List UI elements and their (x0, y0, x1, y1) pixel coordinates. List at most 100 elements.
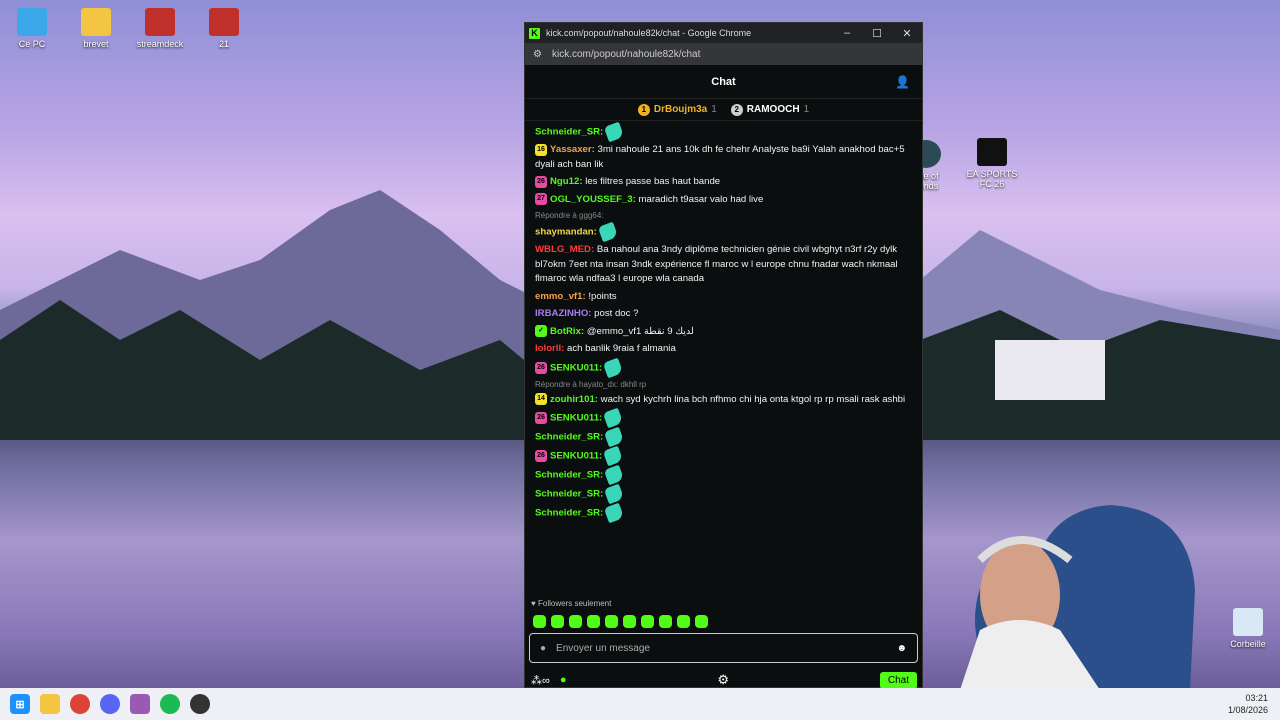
file-explorer-icon[interactable] (40, 694, 60, 714)
points-icon[interactable]: ⁂∞ (531, 674, 550, 687)
desktop-icon-brevet[interactable]: brevet (64, 8, 128, 49)
emote-icon[interactable] (659, 615, 672, 628)
chat-username[interactable]: SENKU011: (550, 451, 602, 462)
chat-username[interactable]: OGL_YOUSSEF_3: (550, 194, 636, 205)
send-chat-button[interactable]: Chat (879, 671, 917, 689)
chat-messages[interactable]: Schneider_SR: 16 Yassaxer: 3mi nahoule 21… (525, 121, 922, 599)
emote-icon[interactable] (551, 615, 564, 628)
chat-message[interactable]: emmo_vf1: !points (535, 290, 912, 305)
chat-message[interactable]: 26 SENKU011: (535, 357, 912, 378)
url-bar[interactable]: ⚙ kick.com/popout/nahoule82k/chat (525, 43, 922, 65)
emoji-picker-icon[interactable]: ☻ (896, 643, 907, 654)
subscriber-badge-icon: 27 (535, 193, 547, 205)
emote-icon[interactable] (587, 615, 600, 628)
chrome-icon[interactable] (70, 694, 90, 714)
chat-username[interactable]: emmo_vf1: (535, 291, 586, 302)
gifter-1[interactable]: 1 DrBoujm3a 1 (637, 103, 717, 116)
discord-icon[interactable] (100, 694, 120, 714)
desktop-icon-label: EA SPORTS FC 26 (966, 169, 1018, 189)
emote-icon[interactable] (623, 615, 636, 628)
chat-text: maradich t9asar valo had live (638, 193, 764, 205)
minimize-button[interactable]: – (832, 27, 862, 40)
chat-message[interactable]: 16 Yassaxer: 3mi nahoule 21 ans 10k dh fe… (535, 143, 912, 172)
chat-message[interactable]: Schneider_SR: (535, 502, 912, 524)
taskbar: ⊞ 03:21 1/08/2026 (0, 688, 1280, 720)
chat-username[interactable]: WBLG_MED: (535, 244, 594, 255)
monitor-icon (17, 8, 47, 36)
chat-message[interactable]: 27 OGL_YOUSSEF_3: maradich t9asar valo ha… (535, 193, 912, 208)
emote-icon (603, 426, 625, 448)
system-clock[interactable]: 03:21 1/08/2026 (1228, 692, 1268, 716)
chat-text: ach banlik 9raia f almania (566, 343, 676, 355)
chat-username[interactable]: Schneider_SR: (535, 508, 603, 519)
chat-message[interactable]: 14 zouhir101: wach syd kychrh lina bch nf… (535, 393, 912, 408)
chat-username[interactable]: IRBAZINHO: (535, 308, 592, 319)
chat-username[interactable]: lolorll: (535, 343, 564, 354)
chat-message[interactable]: 26 SENKU011: (535, 407, 912, 429)
gifter-2[interactable]: 2 RAMOOCH 1 (730, 103, 809, 116)
emote-quick-bar (533, 615, 708, 628)
webcam-overlay (960, 505, 1195, 690)
chat-message[interactable]: Schneider_SR: (535, 121, 912, 143)
chat-username[interactable]: Ngu12: (550, 176, 583, 187)
chat-message[interactable]: WBLG_MED: Ba nahoul ana 3ndy diplôme tec… (535, 243, 912, 287)
chat-username[interactable]: Schneider_SR: (535, 432, 603, 443)
emote-icon[interactable] (605, 615, 618, 628)
chat-username[interactable]: zouhir101: (550, 394, 598, 405)
close-button[interactable]: ✕ (892, 27, 922, 40)
emote-icon[interactable] (533, 615, 546, 628)
subscriber-badge-icon: 26 (535, 175, 547, 188)
site-settings-icon[interactable]: ⚙ (533, 49, 542, 60)
top-gifters-bar: 1 DrBoujm3a 1 2 RAMOOCH 1 (525, 99, 922, 121)
windows-start-icon[interactable]: ⊞ (10, 694, 30, 714)
chat-username[interactable]: BotRix: (550, 326, 584, 337)
emote-icon (603, 483, 625, 505)
chat-message[interactable]: shaymandan: (535, 221, 912, 243)
desktop-icon-21[interactable]: 21 (192, 8, 256, 49)
maximize-button[interactable]: ☐ (862, 27, 892, 40)
emote-icon[interactable] (569, 615, 582, 628)
chat-text: !points (588, 290, 617, 302)
chat-message[interactable]: lolorll: ach banlik 9raia f almania (535, 342, 912, 357)
chat-username[interactable]: Yassaxer: (550, 144, 595, 155)
window-titlebar: K kick.com/popout/nahoule82k/chat - Goog… (525, 23, 922, 43)
chat-username[interactable]: SENKU011: (550, 413, 602, 424)
chat-text: @emmo_vf1 لديك 9 نقطة (586, 325, 694, 337)
emote-icon[interactable] (695, 615, 708, 628)
kick-coin-icon[interactable]: ● (560, 674, 567, 686)
chat-username[interactable]: Schneider_SR: (535, 470, 603, 481)
gear-icon[interactable]: ⚙ (717, 672, 729, 688)
reply-context: Répondre à hayato_dx: dkhll rp (535, 379, 647, 389)
chat-message[interactable]: 26 SENKU011: (535, 445, 912, 467)
app-icon[interactable] (190, 694, 210, 714)
chat-message[interactable]: Schneider_SR: (535, 464, 912, 486)
subscriber-badge-icon: 14 (535, 393, 547, 406)
desktop-icon-label: streamdeck (136, 39, 184, 49)
desktop-icon-ea-fc[interactable]: EA SPORTS FC 26 (960, 138, 1024, 189)
subscriber-badge-icon: 26 (535, 450, 547, 463)
chat-message[interactable]: Schneider_SR: (535, 483, 912, 505)
user-settings-icon[interactable]: 👤 (895, 75, 910, 89)
spotify-icon[interactable] (160, 694, 180, 714)
emote-icon (597, 221, 618, 243)
app-icon[interactable] (130, 694, 150, 714)
chat-username[interactable]: shaymandan: (535, 227, 597, 238)
desktop-icon-ce-pc[interactable]: Ce PC (0, 8, 64, 49)
emote-icon[interactable] (641, 615, 654, 628)
gifter-name: DrBoujm3a (653, 104, 708, 115)
chat-message[interactable]: 26 Ngu12: les filtres passe bas haut band… (535, 175, 912, 190)
emote-icon[interactable] (677, 615, 690, 628)
chat-username[interactable]: SENKU011: (550, 362, 602, 373)
rank-2-icon: 2 (730, 103, 743, 116)
desktop-icon-label: Ce PC (18, 39, 46, 49)
chat-username[interactable]: Schneider_SR: (535, 127, 603, 138)
message-input[interactable]: ● Envoyer un message ☻ (529, 633, 918, 663)
chat-message[interactable]: IRBAZINHO: post doc ? (535, 307, 912, 322)
chat-username[interactable]: Schneider_SR: (535, 489, 603, 500)
desktop-icon-streamdeck[interactable]: streamdeck (128, 8, 192, 49)
chat-message[interactable]: Schneider_SR: (535, 426, 912, 448)
chat-header: Chat 👤 (525, 65, 922, 99)
emote-icon (602, 407, 624, 429)
gifter-count: 1 (711, 104, 717, 115)
chat-message[interactable]: ✓ BotRix: @emmo_vf1 لديك 9 نقطة (535, 325, 912, 340)
